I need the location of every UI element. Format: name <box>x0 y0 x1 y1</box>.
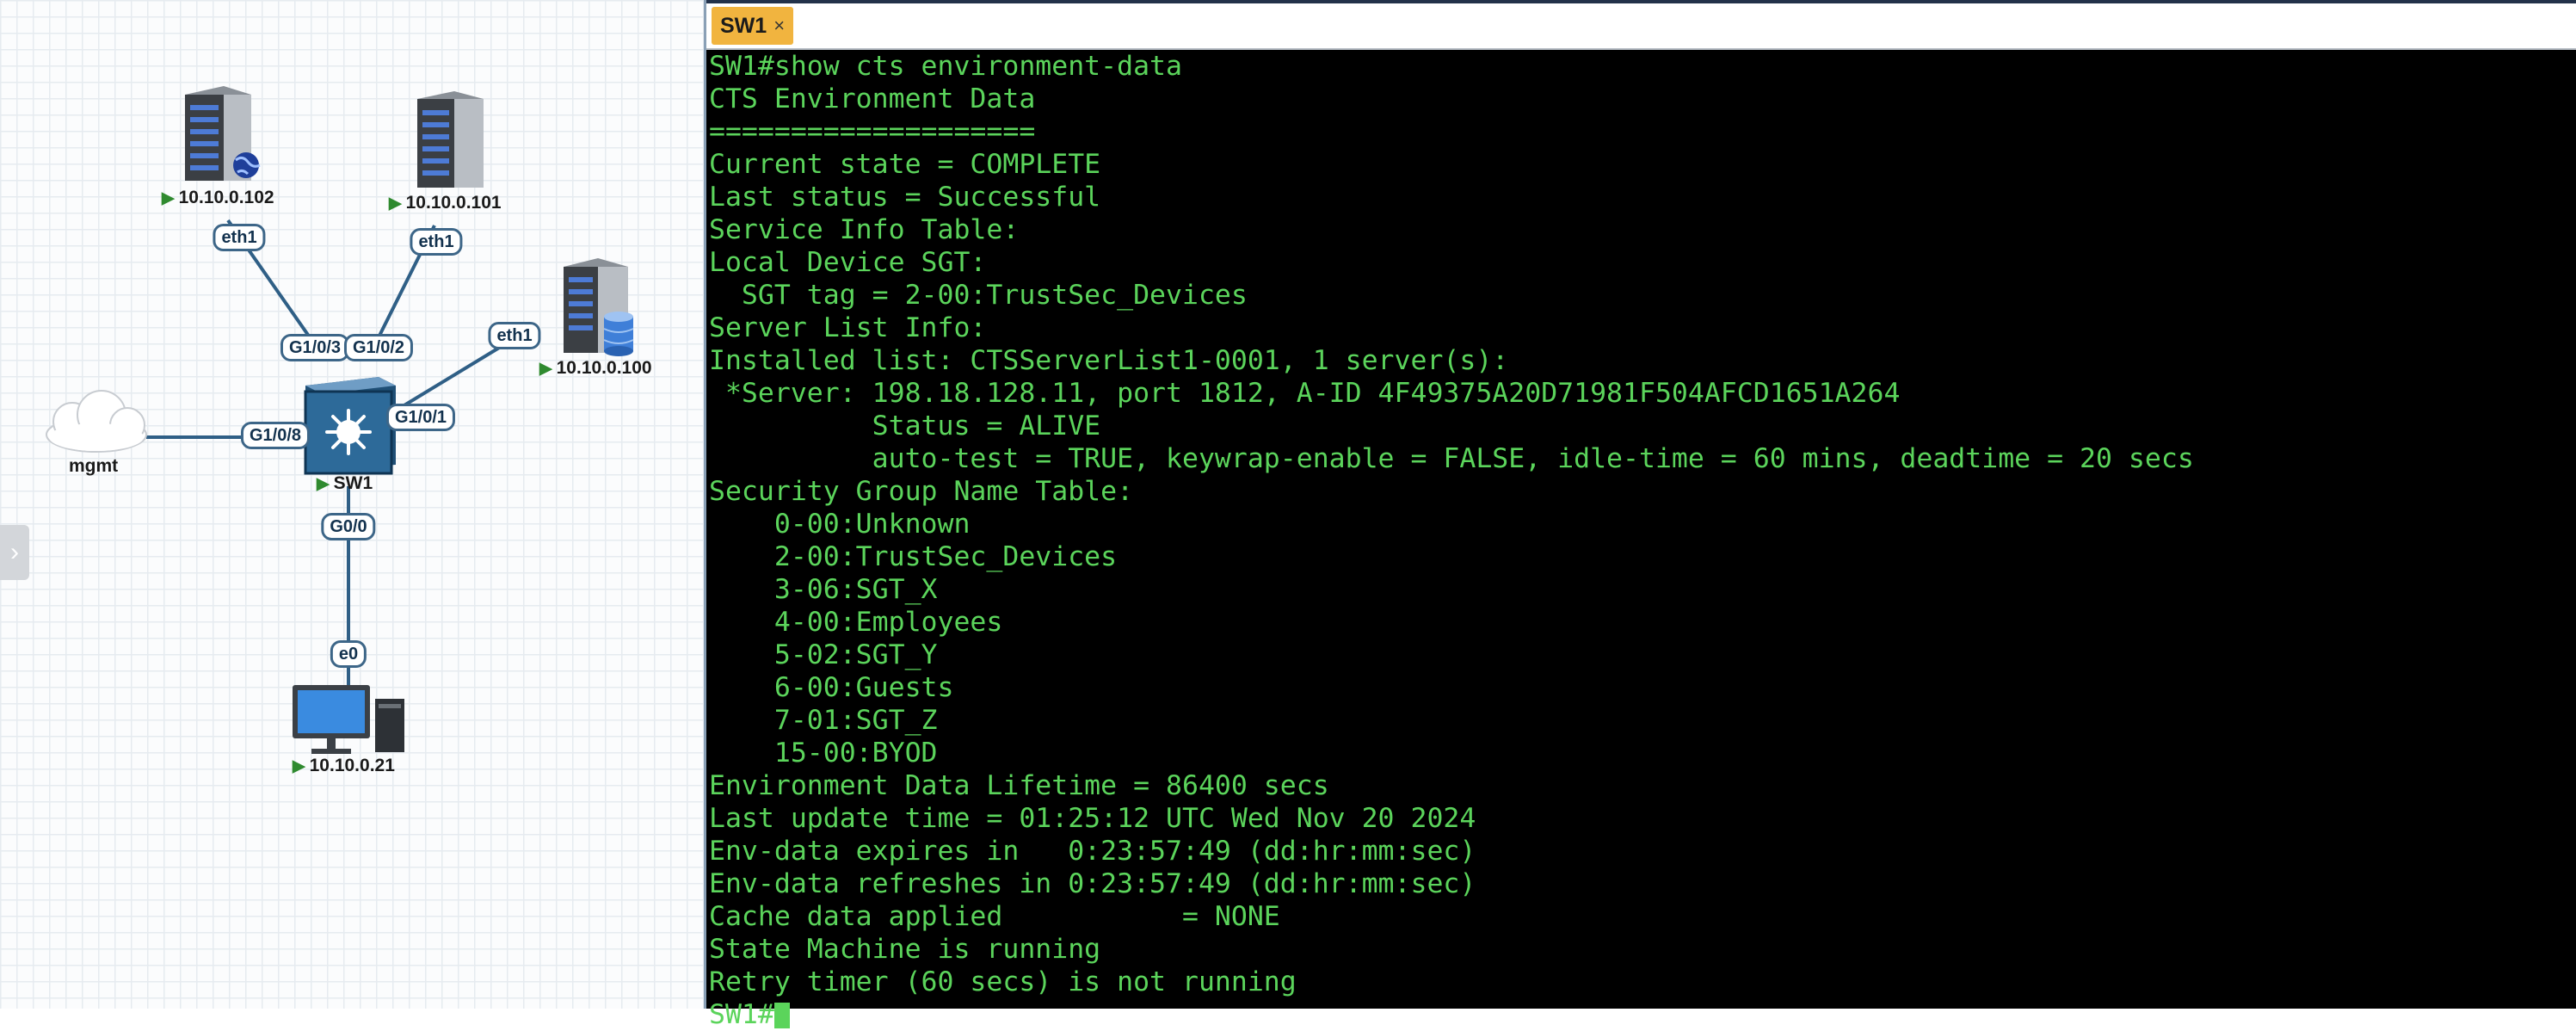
terminal-line: 15-00:BYOD <box>709 738 938 769</box>
terminal-line: Last status = Successful <box>709 182 1101 213</box>
port-label-g1-0-3: G1/0/3 <box>280 334 350 361</box>
terminal-line: SGT tag = 2-00:TrustSec_Devices <box>709 280 1248 311</box>
terminal-line: Last update time = 01:25:12 UTC Wed Nov … <box>709 803 1476 834</box>
node-label-sw1[interactable]: ▶ SW1 <box>317 473 373 494</box>
play-icon: ▶ <box>293 757 305 775</box>
terminal-line: 3-06:SGT_X <box>709 574 938 605</box>
topology-links <box>46 86 634 754</box>
expand-sidebar-button[interactable]: › <box>0 525 29 580</box>
tab-sw1[interactable]: SW1 × <box>712 7 794 45</box>
terminal-line: 4-00:Employees <box>709 607 1003 638</box>
node-label-10-10-0-101[interactable]: ▶ 10.10.0.101 <box>389 193 502 213</box>
terminal-line: Status = ALIVE <box>709 411 1101 441</box>
terminal-tab-bar: SW1 × <box>706 0 2576 50</box>
terminal-line: CTS Environment Data <box>709 83 1036 114</box>
terminal-line: Env-data expires in 0:23:57:49 (dd:hr:mm… <box>709 836 1476 867</box>
port-label-eth1-102: eth1 <box>213 224 266 251</box>
port-label-eth1-100: eth1 <box>488 322 541 349</box>
terminal-line: 2-00:TrustSec_Devices <box>709 541 1118 572</box>
terminal-line: SW1#show cts environment-data <box>709 51 1182 82</box>
server-icon <box>417 91 484 188</box>
port-label-g0-0: G0/0 <box>321 513 376 540</box>
terminal-line: Local Device SGT: <box>709 247 987 278</box>
terminal-output[interactable]: SW1#show cts environment-data CTS Environ… <box>709 50 2194 1031</box>
play-icon: ▶ <box>162 189 175 207</box>
port-label-g1-0-1: G1/0/1 <box>385 404 456 431</box>
cloud-icon <box>46 390 147 453</box>
terminal-line: Retry timer (60 secs) is not running <box>709 966 1297 997</box>
terminal-line: Installed list: CTSServerList1-0001, 1 s… <box>709 345 1509 376</box>
node-label-10-10-0-21[interactable]: ▶ 10.10.0.21 <box>293 756 395 776</box>
play-icon: ▶ <box>317 475 330 493</box>
terminal-line: ==================== <box>709 116 1036 147</box>
terminal-line: 6-00:Guests <box>709 672 954 703</box>
terminal-line: *Server: 198.18.128.11, port 1812, A-ID … <box>709 378 1901 409</box>
terminal-line: Current state = COMPLETE <box>709 149 1101 180</box>
chevron-right-icon: › <box>10 538 19 566</box>
terminal-line: Service Info Table: <box>709 214 1020 245</box>
switch-icon <box>304 377 396 475</box>
pc-icon <box>293 685 404 754</box>
cursor <box>773 1003 790 1028</box>
node-label-10-10-0-102[interactable]: ▶ 10.10.0.102 <box>162 188 274 208</box>
terminal-line: auto-test = TRUE, keywrap-enable = FALSE… <box>709 443 2194 474</box>
terminal-line: 7-01:SGT_Z <box>709 705 938 736</box>
port-label-g1-0-2: G1/0/2 <box>343 334 414 361</box>
terminal-line: State Machine is running <box>709 934 1101 965</box>
node-label-10-10-0-100[interactable]: ▶ 10.10.0.100 <box>539 358 652 379</box>
port-label-e0: e0 <box>330 640 367 668</box>
node-label-mgmt[interactable]: mgmt <box>69 456 118 477</box>
terminal-line: Server List Info: <box>709 312 987 343</box>
globe-icon <box>233 152 261 178</box>
terminal-prompt-line[interactable]: SW1# <box>709 998 2194 1031</box>
terminal-panel[interactable]: SW1 × SW1#show cts environment-data CTS E… <box>706 0 2576 1030</box>
topology-canvas[interactable]: ▶ 10.10.0.102 ▶ 10.10.0.101 ▶ 10.10.0.100 m… <box>0 0 704 1009</box>
close-icon[interactable]: × <box>773 15 785 37</box>
port-label-eth1-101: eth1 <box>410 228 463 256</box>
terminal-line: 5-02:SGT_Y <box>709 639 938 670</box>
terminal-line: 0-00:Unknown <box>709 509 971 540</box>
terminal-line: Environment Data Lifetime = 86400 secs <box>709 770 1329 801</box>
terminal-line: Env-data refreshes in 0:23:57:49 (dd:hr:… <box>709 868 1476 899</box>
terminal-line: Cache data applied = NONE <box>709 901 1280 932</box>
play-icon: ▶ <box>389 194 402 213</box>
tab-title: SW1 <box>720 13 767 38</box>
port-label-g1-0-8: G1/0/8 <box>240 422 311 449</box>
database-icon <box>603 312 634 356</box>
terminal-prompt: SW1# <box>709 999 774 1030</box>
terminal-line: Security Group Name Table: <box>709 476 1134 507</box>
play-icon: ▶ <box>539 360 552 378</box>
